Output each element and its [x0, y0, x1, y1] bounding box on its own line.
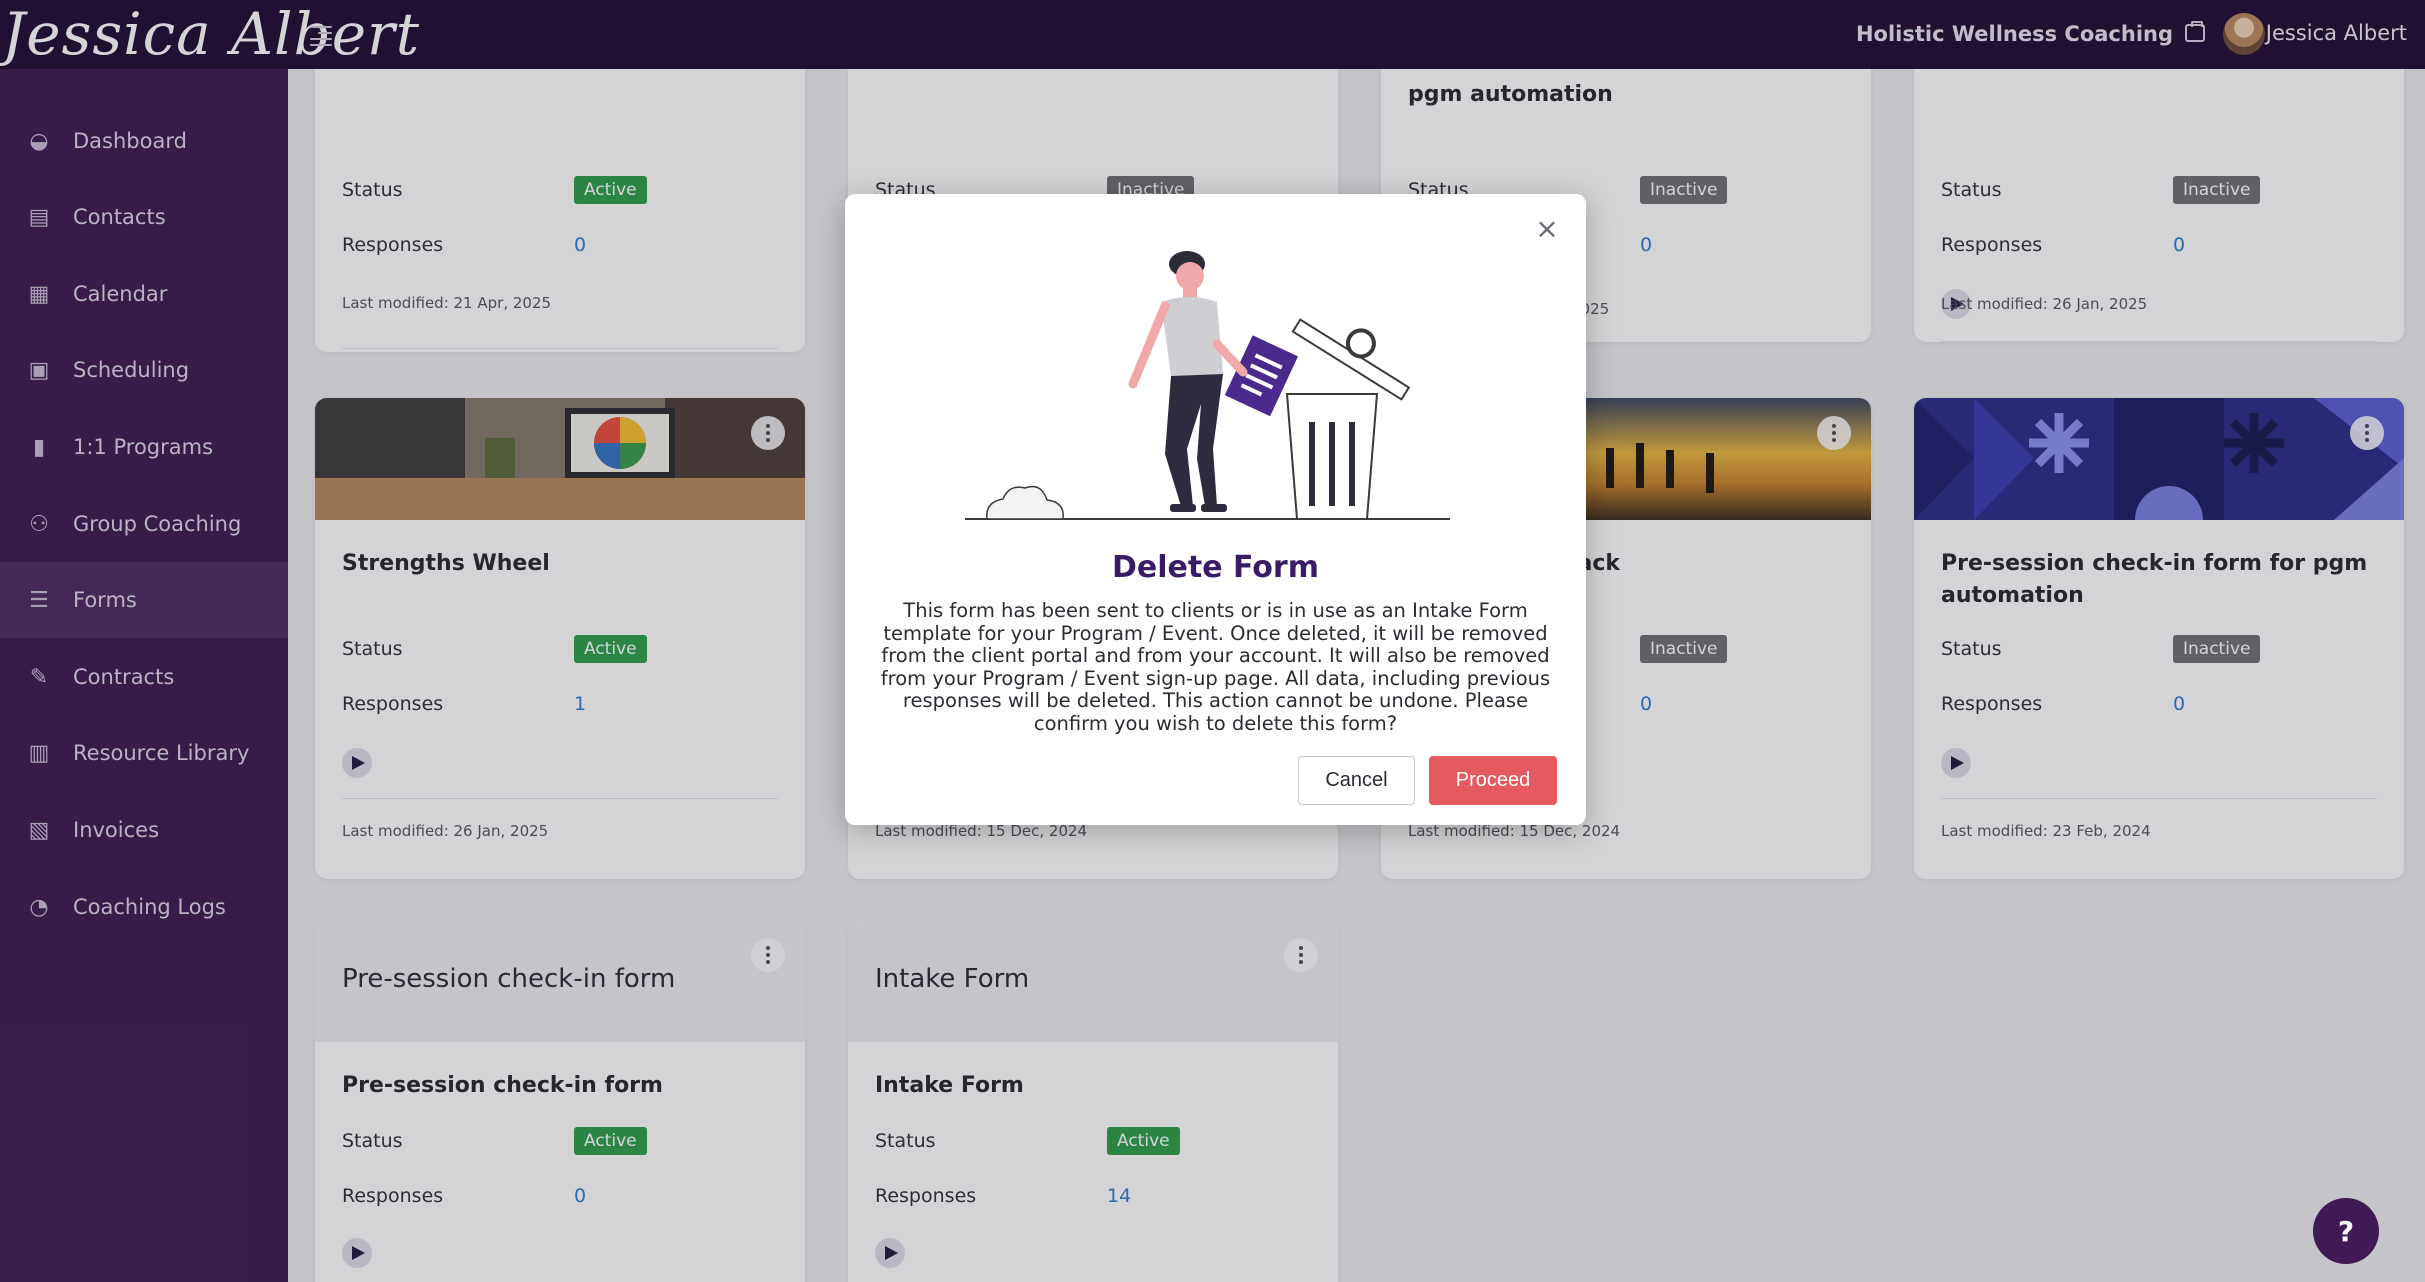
proceed-button[interactable]: Proceed [1429, 756, 1557, 805]
cancel-button[interactable]: Cancel [1298, 756, 1415, 805]
help-button[interactable]: ? [2313, 1198, 2379, 1264]
dialog-title: Delete Form [1112, 550, 1319, 585]
delete-form-dialog: × Delete Form This form has been sent to… [845, 194, 1586, 825]
close-icon[interactable]: × [1532, 214, 1562, 244]
dialog-message: This form has been sent to clients or is… [880, 599, 1551, 735]
trash-illustration [965, 251, 1450, 520]
